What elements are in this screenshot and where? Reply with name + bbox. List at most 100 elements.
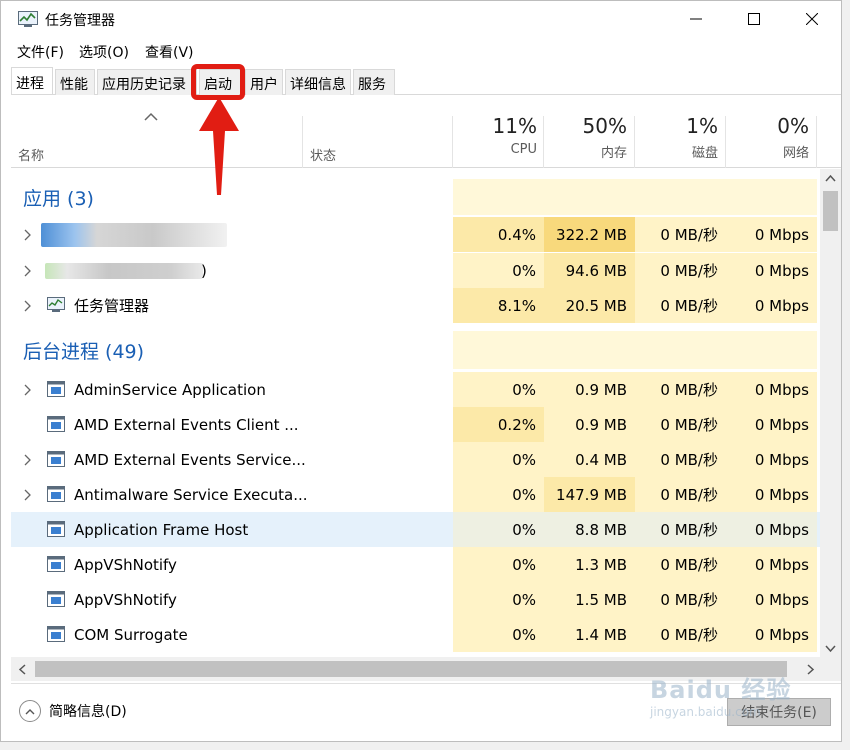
tab-app-history[interactable]: 应用历史记录 <box>97 69 197 95</box>
disk-cell: 0 MB/秒 <box>635 582 726 617</box>
disk-cell: 0 MB/秒 <box>635 253 726 288</box>
process-row[interactable]: 任务管理器 8.1% 20.5 MB 0 MB/秒 0 Mbps <box>11 288 820 323</box>
cpu-cell: 8.1% <box>453 288 544 323</box>
tab-services[interactable]: 服务 <box>353 69 395 95</box>
disk-cell: 0 MB/秒 <box>635 617 726 652</box>
minimize-button[interactable] <box>663 1 729 37</box>
network-cell: 0 Mbps <box>726 617 817 652</box>
network-cell: 0 Mbps <box>726 442 817 477</box>
blurred-app-icon-and-name <box>41 223 227 247</box>
fewer-details-label: 简略信息(D) <box>49 704 127 720</box>
chevron-right-icon[interactable] <box>21 452 35 466</box>
tab-processes[interactable]: 进程 <box>11 67 53 94</box>
chevron-right-icon[interactable] <box>21 298 35 312</box>
memory-cell: 94.6 MB <box>544 253 635 288</box>
scroll-left-arrow-icon[interactable] <box>18 664 26 675</box>
cpu-cell: 0.2% <box>453 407 544 442</box>
network-cell: 0 Mbps <box>726 288 817 323</box>
process-row-selected[interactable]: Application Frame Host 0% 8.8 MB 0 MB/秒 … <box>11 512 820 547</box>
group-header-apps[interactable]: 应用 (3) <box>11 179 820 215</box>
title-bar: 任务管理器 <box>1 1 841 37</box>
group-header-background[interactable]: 后台进程 (49) <box>11 331 820 369</box>
scroll-right-arrow-icon[interactable] <box>807 664 815 675</box>
process-row[interactable]: Antimalware Service Executa... 0% 147.9 … <box>11 477 820 512</box>
header-name[interactable]: 名称 <box>18 145 44 164</box>
memory-cell: 1.4 MB <box>544 617 635 652</box>
process-name: ) <box>201 261 207 280</box>
process-name: Antimalware Service Executa... <box>74 485 308 504</box>
scroll-up-arrow-icon[interactable] <box>825 174 836 182</box>
process-row[interactable]: AMD External Events Service... 0% 0.4 MB… <box>11 442 820 477</box>
menu-options[interactable]: 选项(O) <box>79 42 129 62</box>
cpu-cell: 0% <box>453 442 544 477</box>
cpu-cell: 0% <box>453 582 544 617</box>
service-window-icon <box>47 521 65 537</box>
header-disk-percent: 1% <box>686 114 718 138</box>
network-cell: 0 Mbps <box>726 582 817 617</box>
memory-cell: 322.2 MB <box>544 217 635 252</box>
service-window-icon <box>47 591 65 607</box>
process-row[interactable]: 0.4% 322.2 MB 0 MB/秒 0 Mbps <box>11 217 820 252</box>
disk-cell: 0 MB/秒 <box>635 477 726 512</box>
process-name: AppVShNotify <box>74 590 177 609</box>
heat-cell <box>453 331 544 369</box>
process-row[interactable]: ) 0% 94.6 MB 0 MB/秒 0 Mbps <box>11 253 820 288</box>
header-cpu[interactable]: 11% CPU <box>453 114 537 157</box>
column-header: 名称 状态 11% CPU 50% 内存 1% 磁盘 0% 网络 <box>11 96 841 168</box>
chevron-right-icon[interactable] <box>21 487 35 501</box>
process-name: AppVShNotify <box>74 555 177 574</box>
process-row[interactable]: COM Surrogate 0% 1.4 MB 0 MB/秒 0 Mbps <box>11 617 820 652</box>
process-row[interactable]: AppVShNotify 0% 1.5 MB 0 MB/秒 0 Mbps <box>11 582 820 617</box>
header-network[interactable]: 0% 网络 <box>726 114 809 161</box>
menu-file[interactable]: 文件(F) <box>17 42 64 62</box>
heat-cell <box>635 179 726 215</box>
watermark-brand: Baidu 经验 <box>650 676 792 704</box>
baidu-watermark: Baidu 经验 jingyan.baidu.com <box>650 670 791 719</box>
disk-cell: 0 MB/秒 <box>635 217 726 252</box>
vertical-scroll-thumb[interactable] <box>823 191 838 231</box>
disk-cell: 0 MB/秒 <box>635 547 726 582</box>
fewer-details-button[interactable]: 简略信息(D) <box>19 700 127 722</box>
process-row[interactable]: AppVShNotify 0% 1.3 MB 0 MB/秒 0 Mbps <box>11 547 820 582</box>
service-window-icon <box>47 416 65 432</box>
menu-view[interactable]: 查看(V) <box>145 42 194 62</box>
heat-cell <box>544 179 635 215</box>
cpu-cell: 0% <box>453 547 544 582</box>
cpu-cell: 0% <box>453 477 544 512</box>
sort-caret-icon[interactable] <box>144 107 158 126</box>
tab-users[interactable]: 用户 <box>245 69 283 95</box>
vertical-scrollbar[interactable] <box>820 169 841 657</box>
header-network-percent: 0% <box>777 114 809 138</box>
tab-performance[interactable]: 性能 <box>55 69 95 95</box>
service-window-icon <box>47 486 65 502</box>
window-title: 任务管理器 <box>45 13 115 29</box>
chevron-right-icon[interactable] <box>21 382 35 396</box>
process-row[interactable]: AdminService Application 0% 0.9 MB 0 MB/… <box>11 372 820 407</box>
scroll-down-arrow-icon[interactable] <box>825 645 836 653</box>
chevron-right-icon[interactable] <box>21 227 35 241</box>
heat-cell <box>726 179 817 215</box>
task-manager-app-icon <box>18 11 38 27</box>
chevron-right-icon[interactable] <box>21 263 35 277</box>
column-separator[interactable] <box>816 116 817 168</box>
header-disk[interactable]: 1% 磁盘 <box>635 114 718 161</box>
process-name: AdminService Application <box>74 380 266 399</box>
menu-bar: 文件(F) 选项(O) 查看(V) <box>1 39 841 63</box>
header-status[interactable]: 状态 <box>310 145 336 164</box>
column-separator[interactable] <box>302 116 303 168</box>
close-button[interactable] <box>779 1 845 37</box>
process-name: COM Surrogate <box>74 625 188 644</box>
process-name: Application Frame Host <box>74 520 249 539</box>
header-memory-percent: 50% <box>582 114 627 138</box>
process-row[interactable]: AMD External Events Client ... 0.2% 0.9 … <box>11 407 820 442</box>
disk-cell: 0 MB/秒 <box>635 288 726 323</box>
maximize-button[interactable] <box>721 1 787 37</box>
header-network-label: 网络 <box>782 146 809 161</box>
service-window-icon <box>47 451 65 467</box>
network-cell: 0 Mbps <box>726 512 817 547</box>
group-title-background: 后台进程 (49) <box>23 340 145 363</box>
cpu-cell: 0% <box>453 372 544 407</box>
tab-details[interactable]: 详细信息 <box>285 69 351 95</box>
header-memory[interactable]: 50% 内存 <box>544 114 627 161</box>
red-arrow-up-icon <box>199 97 239 195</box>
